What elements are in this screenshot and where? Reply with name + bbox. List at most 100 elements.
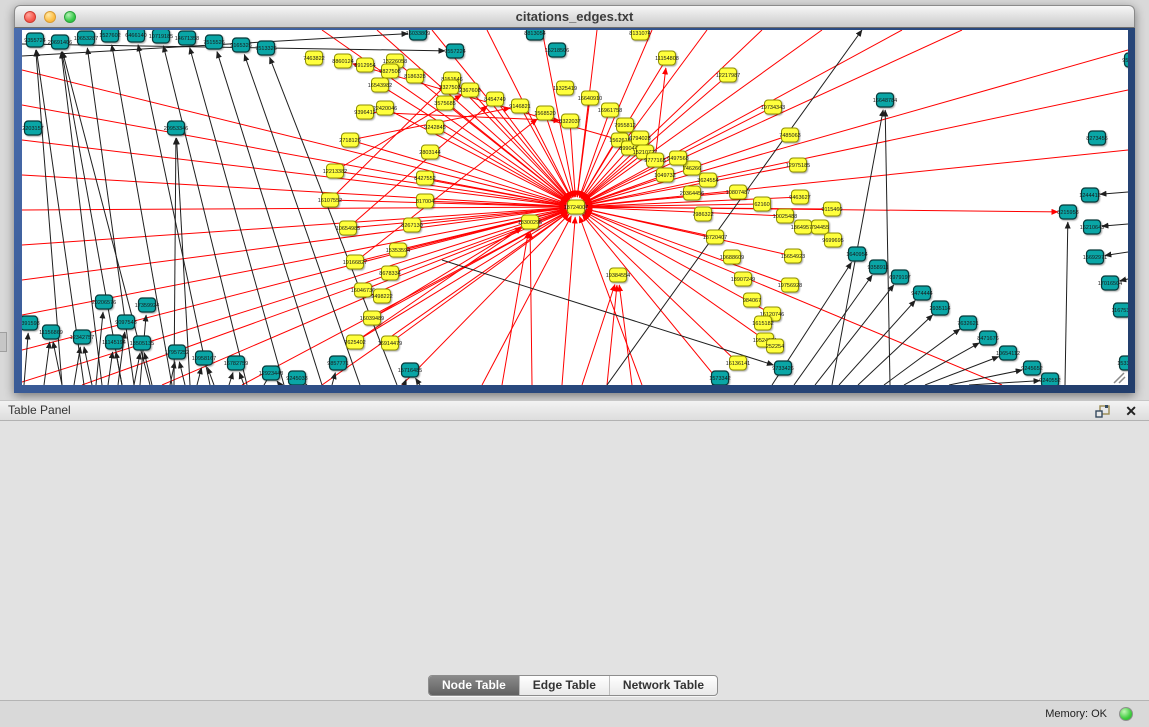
graph-node[interactable]: 8813054	[524, 30, 545, 40]
graph-node[interactable]: 1615182	[752, 316, 773, 330]
graph-node[interactable]: 20364456	[680, 186, 704, 200]
close-button[interactable]	[24, 11, 36, 23]
graph-node[interactable]: 8131074	[629, 30, 650, 40]
graph-node[interactable]: 10654112	[996, 346, 1020, 360]
graph-node[interactable]: 8860124	[332, 54, 353, 68]
graph-node[interactable]: 15692971	[1083, 250, 1107, 264]
graph-node[interactable]: 11156869	[39, 325, 63, 339]
tab-network-table[interactable]: Network Table	[609, 676, 717, 695]
graph-node[interactable]: 19734343	[761, 100, 785, 114]
graph-node[interactable]: 9777165	[644, 153, 665, 167]
graph-node[interactable]: 12217987	[716, 68, 740, 82]
graph-node[interactable]: 15716485	[398, 363, 422, 377]
graph-node[interactable]: 1244412	[1079, 188, 1100, 202]
network-canvas[interactable]: 18724007 935572420691406106532871527602 64…	[22, 30, 1128, 385]
graph-node[interactable]: 17957252	[165, 345, 189, 359]
graph-node[interactable]: 11154808	[655, 51, 679, 65]
graph-node[interactable]: 1527602	[99, 30, 120, 42]
graph-node[interactable]: 1568520	[534, 106, 555, 120]
window-titlebar[interactable]: citations_edges.txt	[14, 5, 1135, 28]
graph-node[interactable]: 16648784	[873, 93, 897, 107]
graph-node[interactable]: 9358911	[867, 260, 888, 274]
graph-node[interactable]: 8471676	[977, 331, 998, 345]
graph-node[interactable]: 14671358	[175, 31, 199, 45]
graph-node[interactable]: 22420046	[373, 101, 397, 115]
graph-node[interactable]: 9115460	[821, 202, 842, 216]
graph-node[interactable]: 8215958	[1057, 205, 1078, 219]
graph-node[interactable]: 16782759	[224, 356, 248, 370]
graph-node[interactable]: 9699695	[822, 233, 843, 247]
graph-node[interactable]: 9245652	[1021, 361, 1042, 375]
graph-node[interactable]: 7625402	[344, 335, 365, 349]
graph-node[interactable]: 19166827	[343, 255, 367, 269]
graph-node[interactable]: 9827508	[379, 64, 400, 78]
graph-node[interactable]: 9240552	[1039, 373, 1060, 385]
graph-node[interactable]: 7463822	[303, 51, 324, 65]
graph-node[interactable]: 18720407	[703, 230, 727, 244]
graph-node[interactable]: 19756928	[778, 278, 802, 292]
graph-node[interactable]: 7955812	[614, 118, 635, 132]
graph-node[interactable]: 16033809	[406, 30, 430, 40]
graph-node[interactable]: 9327503	[439, 80, 460, 94]
graph-node[interactable]: 20206576	[92, 295, 116, 309]
graph-node[interactable]: 817004	[416, 194, 434, 208]
graph-node[interactable]: 9498222	[371, 289, 392, 303]
graph-node[interactable]: 6466140	[125, 30, 146, 42]
graph-node[interactable]: 1640954	[846, 247, 867, 261]
graph-node[interactable]: 7513326	[255, 41, 276, 55]
graph-node[interactable]: 15654923	[781, 249, 805, 263]
panel-collapse-handle[interactable]	[0, 332, 7, 352]
minimize-button[interactable]	[44, 11, 56, 23]
graph-node[interactable]: 9733426	[772, 361, 793, 375]
graph-node[interactable]: 10719185	[149, 30, 173, 43]
graph-node[interactable]: 6794028	[629, 131, 650, 145]
graph-node[interactable]: 16136141	[726, 356, 750, 370]
graph-node[interactable]: 16543982	[368, 78, 392, 92]
graph-node[interactable]: 9391593	[22, 316, 40, 330]
graph-node[interactable]: 16914479	[378, 336, 402, 350]
graph-node[interactable]: 1573342	[709, 371, 730, 385]
graph-node[interactable]: 9097548	[115, 315, 136, 329]
graph-node[interactable]: 794455	[811, 220, 829, 234]
graph-node[interactable]: 8912954	[354, 58, 375, 72]
graph-node[interactable]: 18724007	[564, 200, 588, 214]
graph-node[interactable]: 16961758	[598, 103, 622, 117]
graph-node[interactable]: 3624554	[697, 173, 718, 187]
graph-node[interactable]: 3575685	[434, 96, 455, 110]
graph-node[interactable]: 9245033	[286, 371, 307, 385]
graph-node[interactable]: 7557224	[444, 44, 465, 58]
graph-node[interactable]: 252254	[766, 339, 784, 353]
graph-node[interactable]: 10025488	[773, 209, 797, 223]
graph-node[interactable]: 9396412	[354, 105, 375, 119]
tab-edge-table[interactable]: Edge Table	[519, 676, 609, 695]
graph-node[interactable]: 20691406	[48, 35, 72, 49]
graph-node[interactable]: 9165326	[230, 38, 251, 52]
graph-node[interactable]: 8427552	[414, 171, 435, 185]
graph-node[interactable]: 16210643	[1080, 220, 1104, 234]
graph-node[interactable]: 9463627	[789, 190, 810, 204]
graph-node[interactable]: 7632621	[957, 316, 978, 330]
graph-node[interactable]: 10653287	[74, 31, 98, 45]
zoom-button[interactable]	[64, 11, 76, 23]
graph-node[interactable]: 11325419	[553, 81, 577, 95]
graph-node[interactable]: 10654985	[336, 221, 360, 235]
graph-node[interactable]: 9355724	[24, 33, 45, 47]
graph-node[interactable]: 17016504	[1098, 276, 1122, 290]
graph-node[interactable]: 8322037	[559, 114, 580, 128]
graph-node[interactable]: 15353594	[386, 243, 410, 257]
graph-node[interactable]: 19384554	[606, 268, 630, 282]
graph-node[interactable]: 18907249	[731, 272, 755, 286]
graph-node[interactable]: 11145194	[102, 335, 126, 349]
float-panel-button[interactable]	[1095, 405, 1111, 419]
graph-node[interactable]: 18300295	[518, 215, 542, 229]
graph-node[interactable]: 12975185	[786, 158, 810, 172]
graph-node[interactable]: 17359924	[135, 298, 159, 312]
graph-node[interactable]: 6497568	[667, 151, 688, 165]
graph-node[interactable]: 8678334	[379, 266, 400, 280]
graph-node[interactable]: 12213382	[323, 164, 347, 178]
graph-node[interactable]: 10807487	[726, 185, 750, 199]
graph-node[interactable]: 7986322	[692, 207, 713, 221]
graph-node[interactable]: 8186328	[404, 69, 425, 83]
graph-node[interactable]: 1049732	[654, 168, 675, 182]
close-panel-button[interactable]: ✕	[1125, 402, 1137, 421]
